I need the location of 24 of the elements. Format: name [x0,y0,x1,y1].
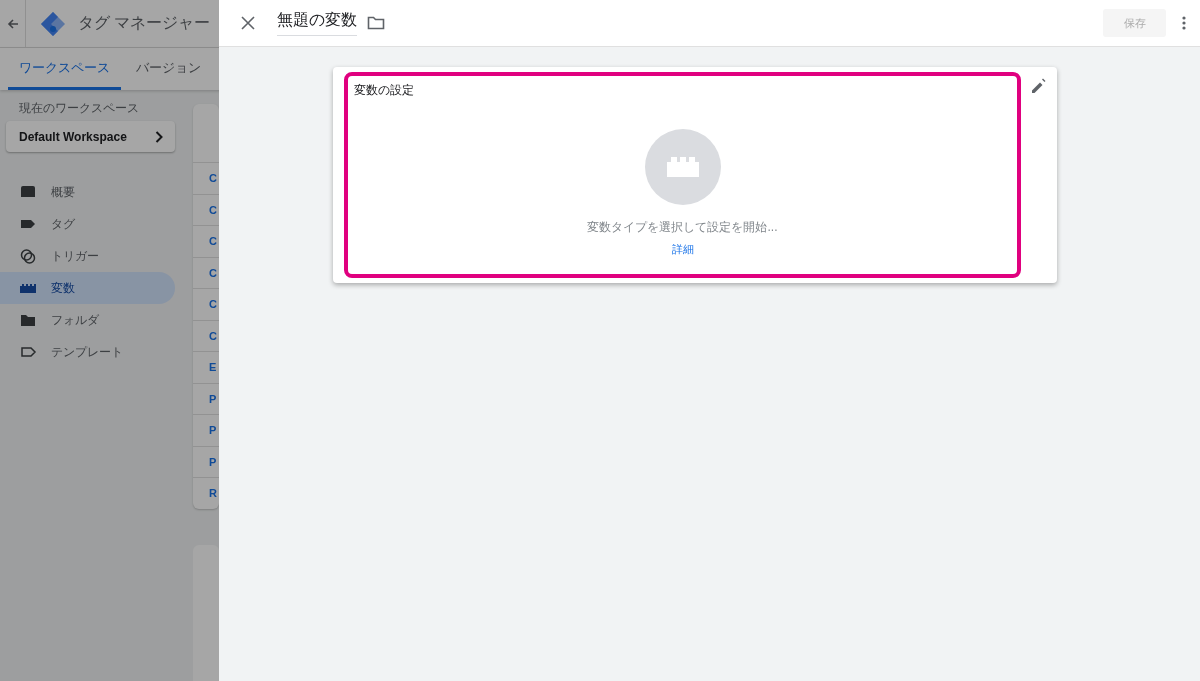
app-title: タグ マネージャー [78,13,211,33]
nav-item[interactable]: テンプレート [0,336,175,368]
nav-item[interactable]: フォルダ [0,304,175,336]
details-link[interactable]: 詳細 [671,242,694,257]
logo-icon [40,10,66,37]
chevron-right-icon [155,130,163,143]
close-button[interactable] [239,14,257,32]
workspace-label: 現在のワークスペース [18,100,140,117]
hint-text: 変数タイプを選択して設定を開始... [587,219,778,236]
tab[interactable]: ワークスペース [8,48,121,90]
workspace-selector[interactable]: Default Workspace [6,121,175,152]
tab[interactable]: バージョン [125,48,212,90]
variable-name-field[interactable]: 無題の変数 [277,10,357,36]
card-title: 変数の設定 [354,82,414,99]
nav-item[interactable]: 変数 [0,272,175,304]
nav-item[interactable]: 概要 [0,176,175,208]
brick-icon [666,157,699,177]
pencil-icon[interactable] [1031,78,1047,94]
nav-item[interactable]: タグ [0,208,175,240]
trigger-icon [19,247,37,265]
back-arrow-icon[interactable] [6,17,19,30]
folder-icon[interactable] [367,15,385,31]
more-menu-icon[interactable] [1182,16,1186,30]
nav-item[interactable]: トリガー [0,240,175,272]
